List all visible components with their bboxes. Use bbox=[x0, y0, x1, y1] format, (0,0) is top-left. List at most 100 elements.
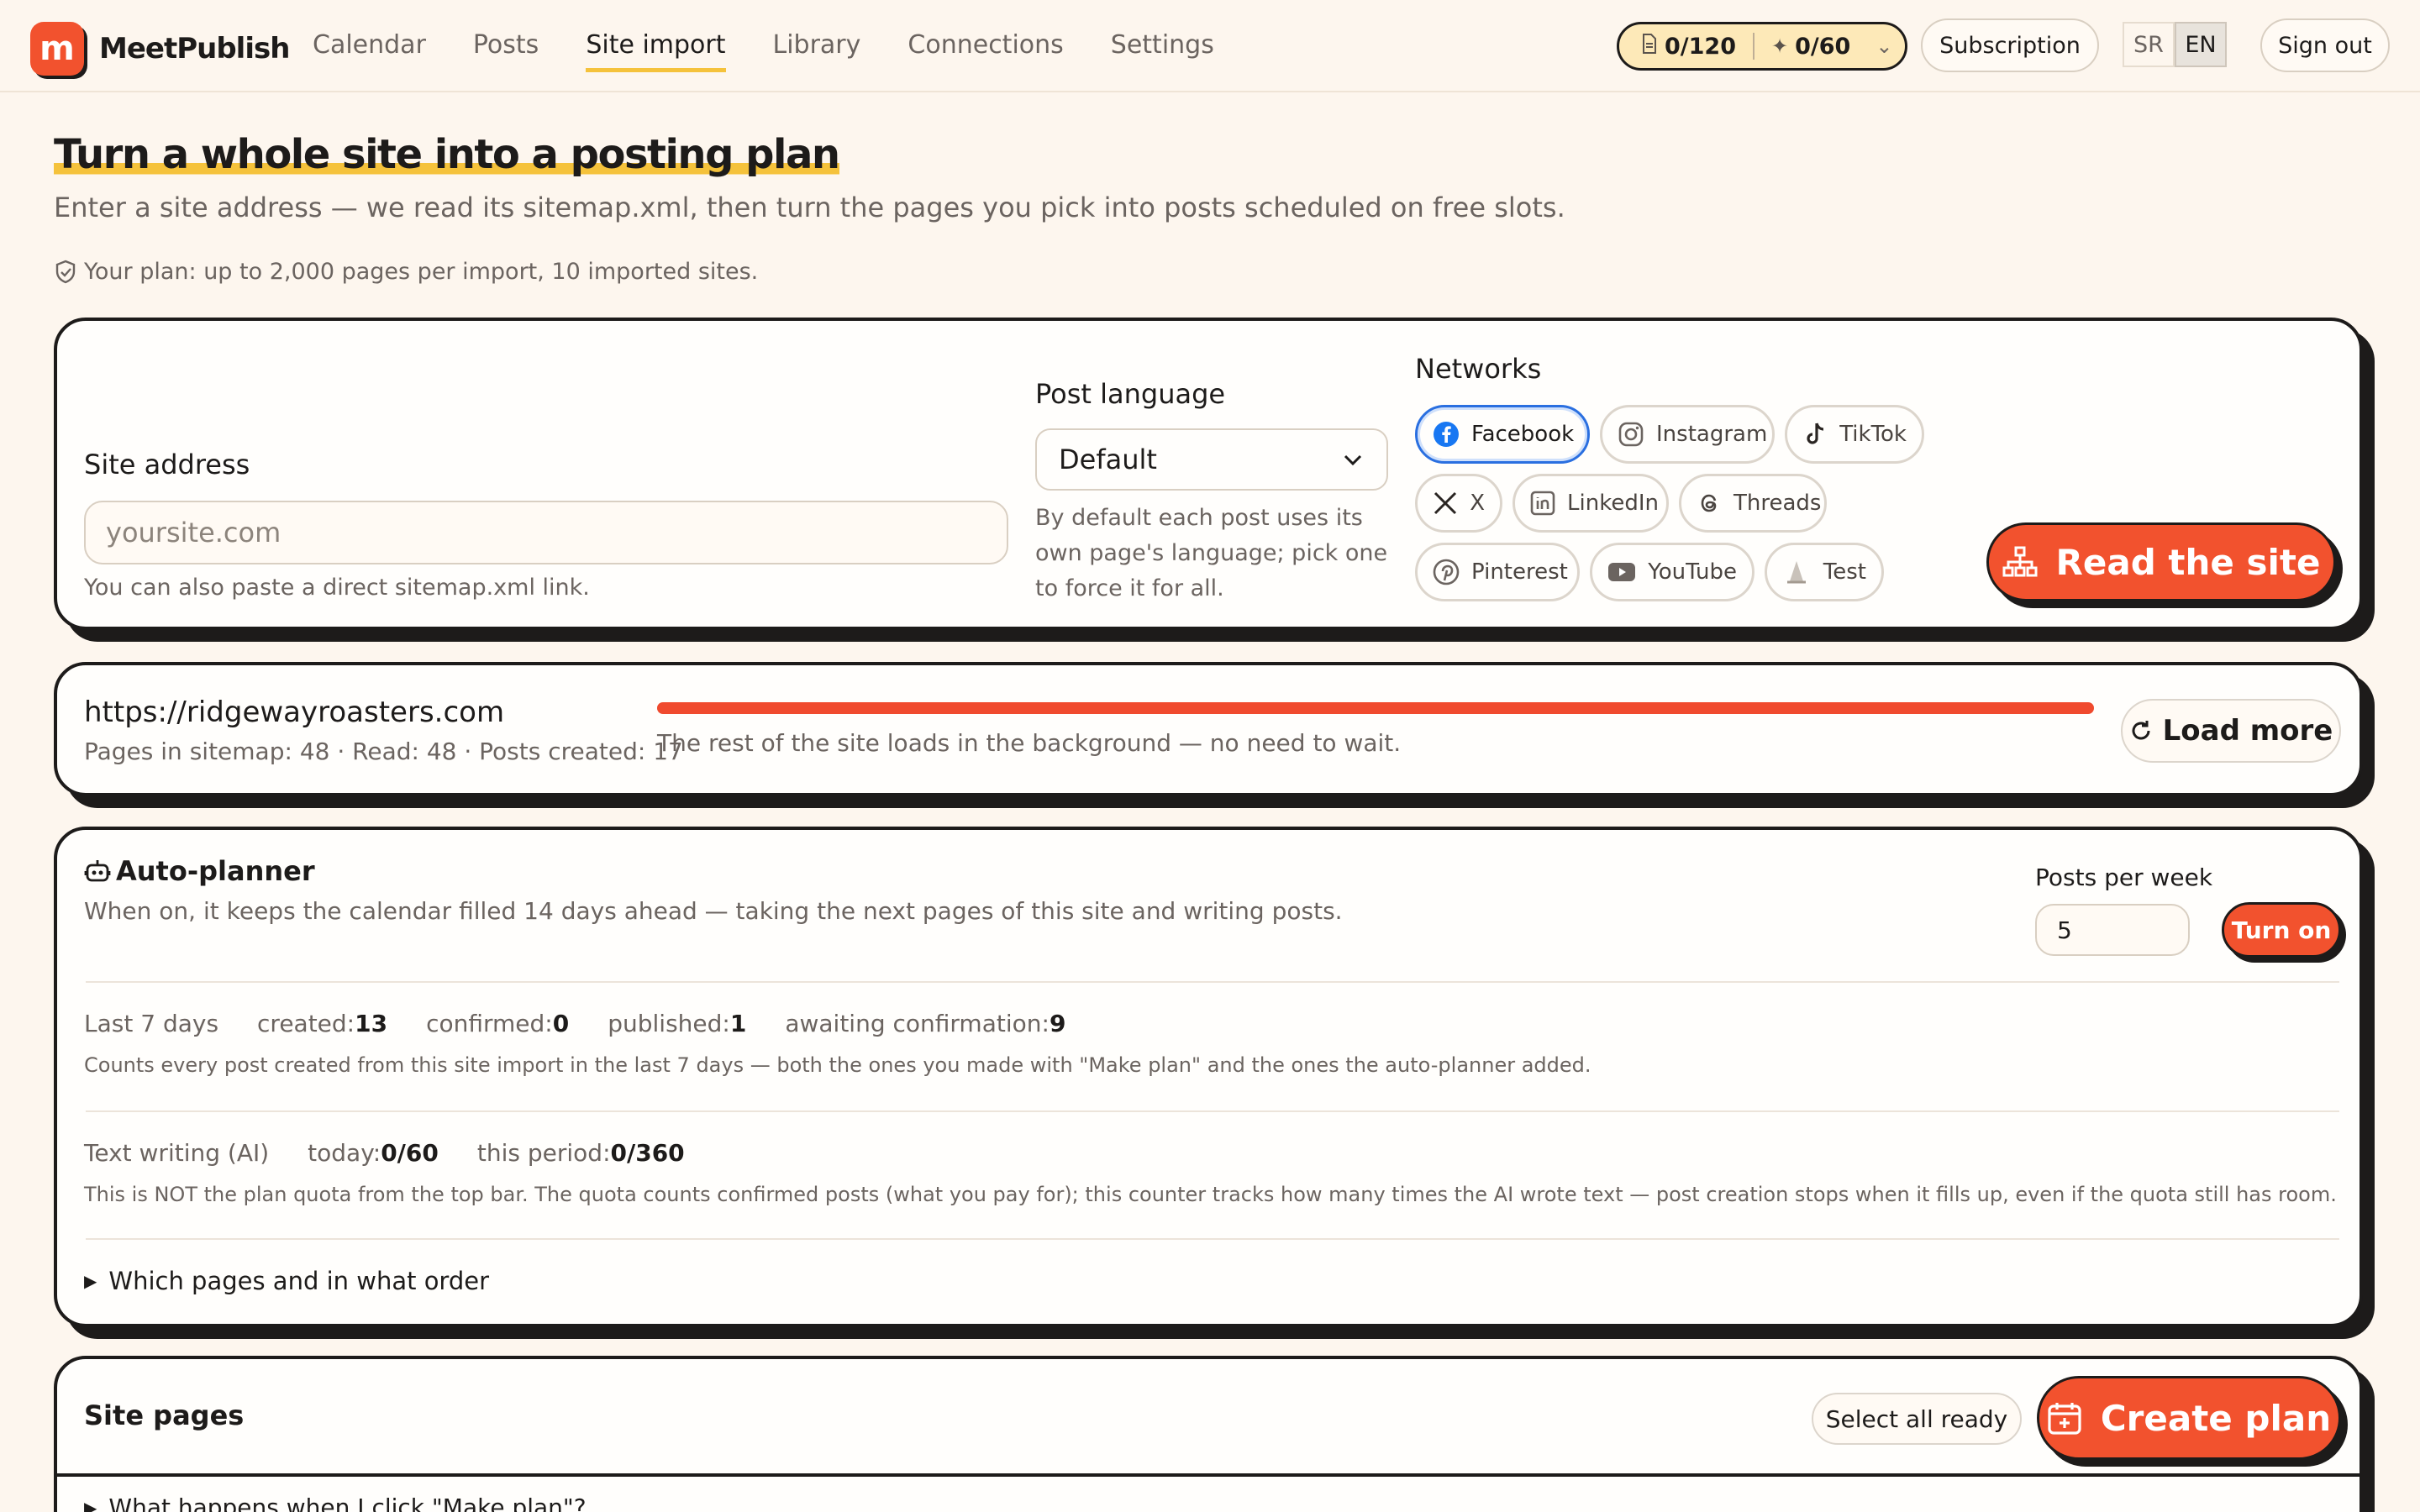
pinterest-icon bbox=[1433, 557, 1460, 587]
post-language-value: Default bbox=[1059, 444, 1157, 475]
page-order-toggle[interactable]: ▶ Which pages and in what order bbox=[84, 1267, 489, 1295]
sparkle-icon: ✦ bbox=[1771, 34, 1789, 58]
network-instagram[interactable]: Instagram bbox=[1600, 405, 1775, 464]
create-plan-button[interactable]: Create plan bbox=[2037, 1376, 2341, 1460]
page-title: Turn a whole site into a posting plan bbox=[54, 131, 840, 178]
sign-out-button[interactable]: Sign out bbox=[2260, 18, 2390, 72]
document-icon bbox=[1641, 34, 1658, 59]
x-icon bbox=[1433, 488, 1458, 518]
auto-planner-title: Auto-planner bbox=[116, 855, 315, 887]
post-language-hint-line: By default each post uses its bbox=[1035, 505, 1363, 531]
main-nav: Calendar Posts Site import Library Conne… bbox=[313, 30, 1261, 72]
network-label: LinkedIn bbox=[1567, 491, 1659, 516]
brand-name: MeetPublish bbox=[99, 32, 290, 66]
site-stats: Pages in sitemap: 48 · Read: 48 · Posts … bbox=[84, 738, 683, 765]
triangle-right-icon: ▶ bbox=[84, 1271, 97, 1291]
tiktok-icon bbox=[1802, 419, 1828, 449]
brand[interactable]: m MeetPublish bbox=[30, 22, 290, 76]
brand-logo: m bbox=[30, 22, 84, 76]
nav-site-import[interactable]: Site import bbox=[586, 30, 726, 72]
triangle-right-icon: ▶ bbox=[84, 1497, 97, 1512]
last-7-days-stats: Last 7 days created:13 confirmed:0 publi… bbox=[84, 1010, 1104, 1037]
instagram-icon bbox=[1618, 419, 1644, 449]
network-youtube[interactable]: YouTube bbox=[1590, 543, 1754, 601]
read-site-label: Read the site bbox=[2055, 541, 2321, 583]
nav-posts[interactable]: Posts bbox=[473, 30, 539, 72]
last-7-days-note: Counts every post created from this site… bbox=[84, 1053, 1591, 1077]
load-more-label: Load more bbox=[2162, 714, 2333, 748]
stat-published: published:1 bbox=[608, 1010, 747, 1037]
top-bar: m MeetPublish Calendar Posts Site import… bbox=[0, 0, 2420, 92]
post-language-hint: By default each post uses its own page's… bbox=[1035, 501, 1387, 606]
stat-today: today:0/60 bbox=[308, 1139, 439, 1167]
network-test[interactable]: Test bbox=[1765, 543, 1884, 601]
network-facebook[interactable]: Facebook bbox=[1415, 405, 1590, 464]
last-7-days-label: Last 7 days bbox=[84, 1010, 219, 1037]
auto-planner-heading: Auto-planner bbox=[84, 855, 315, 887]
create-plan-label: Create plan bbox=[2100, 1397, 2332, 1439]
calendar-plus-icon bbox=[2048, 1403, 2081, 1435]
faq-label: What happens when I click "Make plan"? bbox=[108, 1494, 587, 1512]
chevron-down-icon bbox=[1344, 454, 1362, 466]
post-language-hint-line: own page's language; pick one bbox=[1035, 540, 1388, 566]
threads-icon bbox=[1697, 488, 1722, 518]
linkedin-icon bbox=[1530, 488, 1555, 518]
plan-limits-text: Your plan: up to 2,000 pages per import,… bbox=[84, 259, 759, 285]
network-threads[interactable]: Threads bbox=[1679, 474, 1827, 533]
background-load-note: The rest of the site loads in the backgr… bbox=[657, 729, 1402, 757]
network-label: X bbox=[1470, 491, 1485, 516]
ai-writing-stats: Text writing (AI) today:0/60 this period… bbox=[84, 1139, 723, 1167]
auto-planner-desc: When on, it keeps the calendar filled 14… bbox=[84, 897, 1343, 925]
network-label: Pinterest bbox=[1471, 559, 1568, 585]
divider bbox=[86, 1238, 2339, 1240]
stat-confirmed: confirmed:0 bbox=[426, 1010, 570, 1037]
post-language-select[interactable]: Default bbox=[1035, 428, 1388, 491]
load-progress-track bbox=[657, 702, 2094, 714]
divider bbox=[86, 1110, 2339, 1112]
refresh-icon bbox=[2132, 721, 2150, 740]
import-form-card: Site address yoursite.com You can also p… bbox=[54, 318, 2363, 630]
nav-settings[interactable]: Settings bbox=[1111, 30, 1214, 72]
nav-library[interactable]: Library bbox=[773, 30, 861, 72]
stat-awaiting: awaiting confirmation:9 bbox=[785, 1010, 1066, 1037]
select-all-ready-button[interactable]: Select all ready bbox=[1812, 1393, 2022, 1445]
site-status-card: https://ridgewayroasters.com Pages in si… bbox=[54, 662, 2363, 796]
nav-calendar[interactable]: Calendar bbox=[313, 30, 426, 72]
lang-en-button[interactable]: EN bbox=[2175, 22, 2227, 67]
page-subtitle: Enter a site address — we read its sitem… bbox=[54, 192, 1565, 223]
youtube-icon bbox=[1607, 557, 1636, 587]
subscription-button[interactable]: Subscription bbox=[1921, 18, 2099, 72]
lang-sr-button[interactable]: SR bbox=[2123, 22, 2175, 67]
quota-ai: 0/60 bbox=[1795, 33, 1851, 60]
quota-dropdown[interactable]: 0/120 ✦ 0/60 ⌄ bbox=[1617, 22, 1907, 71]
site-url: https://ridgewayroasters.com bbox=[84, 696, 505, 729]
network-label: TikTok bbox=[1839, 422, 1907, 447]
quota-divider bbox=[1753, 33, 1755, 60]
site-pages-title: Site pages bbox=[84, 1399, 245, 1431]
stat-created: created:13 bbox=[257, 1010, 388, 1037]
cone-icon bbox=[1782, 557, 1812, 587]
nav-connections[interactable]: Connections bbox=[908, 30, 1063, 72]
chevron-down-icon: ⌄ bbox=[1876, 34, 1893, 58]
post-language-hint-line: to force it for all. bbox=[1035, 575, 1224, 601]
language-switch: SR EN bbox=[2123, 22, 2227, 67]
network-label: Threads bbox=[1733, 491, 1822, 516]
divider bbox=[57, 1473, 2360, 1477]
faq-toggle[interactable]: ▶ What happens when I click "Make plan"? bbox=[84, 1494, 587, 1512]
posts-per-week-input[interactable]: 5 bbox=[2035, 904, 2190, 956]
site-address-label: Site address bbox=[84, 449, 250, 480]
posts-per-week-label: Posts per week bbox=[2035, 864, 2213, 891]
ai-writing-note: This is NOT the plan quota from the top … bbox=[84, 1183, 2337, 1206]
network-label: YouTube bbox=[1648, 559, 1737, 585]
load-more-button[interactable]: Load more bbox=[2121, 699, 2341, 763]
ai-writing-label: Text writing (AI) bbox=[84, 1139, 270, 1167]
turn-on-button[interactable]: Turn on bbox=[2222, 902, 2341, 958]
network-tiktok[interactable]: TikTok bbox=[1785, 405, 1924, 464]
network-pinterest[interactable]: Pinterest bbox=[1415, 543, 1580, 601]
read-site-button[interactable]: Read the site bbox=[1986, 522, 2336, 601]
network-label: Test bbox=[1823, 559, 1866, 585]
site-address-input[interactable]: yoursite.com bbox=[84, 501, 1008, 564]
network-linkedin[interactable]: LinkedIn bbox=[1512, 474, 1669, 533]
network-x[interactable]: X bbox=[1415, 474, 1502, 533]
divider bbox=[86, 981, 2339, 983]
